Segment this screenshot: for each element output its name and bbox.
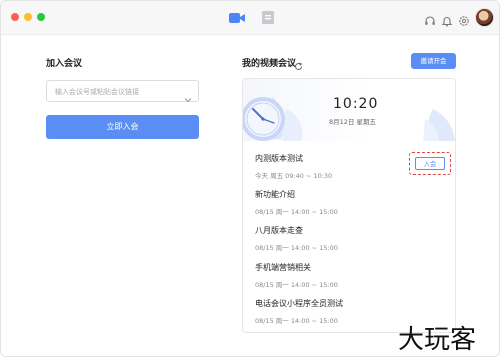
headset-icon[interactable] [424,12,436,25]
join-meeting-title: 加入会议 [46,59,83,69]
video-tab-icon[interactable] [228,10,246,26]
app-window: 加入会议 输入会议号或粘贴会议链接 立即入会 我的视频会议 邀请开会 10:20… [0,0,500,357]
meeting-id-placeholder: 输入会议号或粘贴会议链接 [55,88,139,96]
join-now-button[interactable]: 立即入会 [46,115,199,139]
clock-time: 10:20 [333,96,379,112]
meeting-id-input[interactable]: 输入会议号或粘贴会议链接 [46,80,199,103]
meeting-name: 新功能介绍 [255,190,295,199]
join-highlight-box: 入会 [409,152,451,175]
meeting-time: 08/15 周一 14:00 ~ 15:00 [255,208,338,216]
meeting-name: 八月版本走查 [255,226,303,235]
maximize-window-button[interactable] [37,13,45,21]
avatar[interactable] [475,8,494,27]
invite-meeting-button[interactable]: 邀请开会 [411,53,456,69]
document-tab-icon[interactable] [260,9,276,26]
title-bar [1,1,499,35]
meeting-item[interactable]: 手机端营销相关 08/15 周一 14:00 ~ 15:00 [255,262,445,289]
join-meeting-button[interactable]: 入会 [415,157,445,170]
my-meetings-title: 我的视频会议 [242,59,297,69]
bell-icon[interactable] [441,12,453,27]
close-window-button[interactable] [11,13,19,21]
minimize-window-button[interactable] [24,13,32,21]
meeting-time: 08/15 周一 14:00 ~ 15:00 [255,281,338,289]
clock-date: 8月12日 星期五 [329,118,376,126]
meeting-name: 手机端营销相关 [255,263,311,272]
gear-icon[interactable] [458,12,470,26]
meeting-item[interactable]: 新功能介绍 08/15 周一 14:00 ~ 15:00 [255,189,445,216]
meeting-item[interactable]: 八月版本走查 08/15 周一 14:00 ~ 15:00 [255,225,445,252]
meeting-time: 08/15 周一 14:00 ~ 15:00 [255,244,338,252]
chevron-down-icon[interactable] [184,88,192,103]
meeting-name: 电话会议小程序全员测试 [255,299,343,308]
watermark-logo: 大玩客 [398,325,477,355]
clock-banner: 10:20 8月12日 星期五 [243,79,455,141]
meetings-card: 10:20 8月12日 星期五 内测版本测试 今天 周五 09:40 ~ 10:… [242,78,456,333]
refresh-icon[interactable] [294,56,303,70]
